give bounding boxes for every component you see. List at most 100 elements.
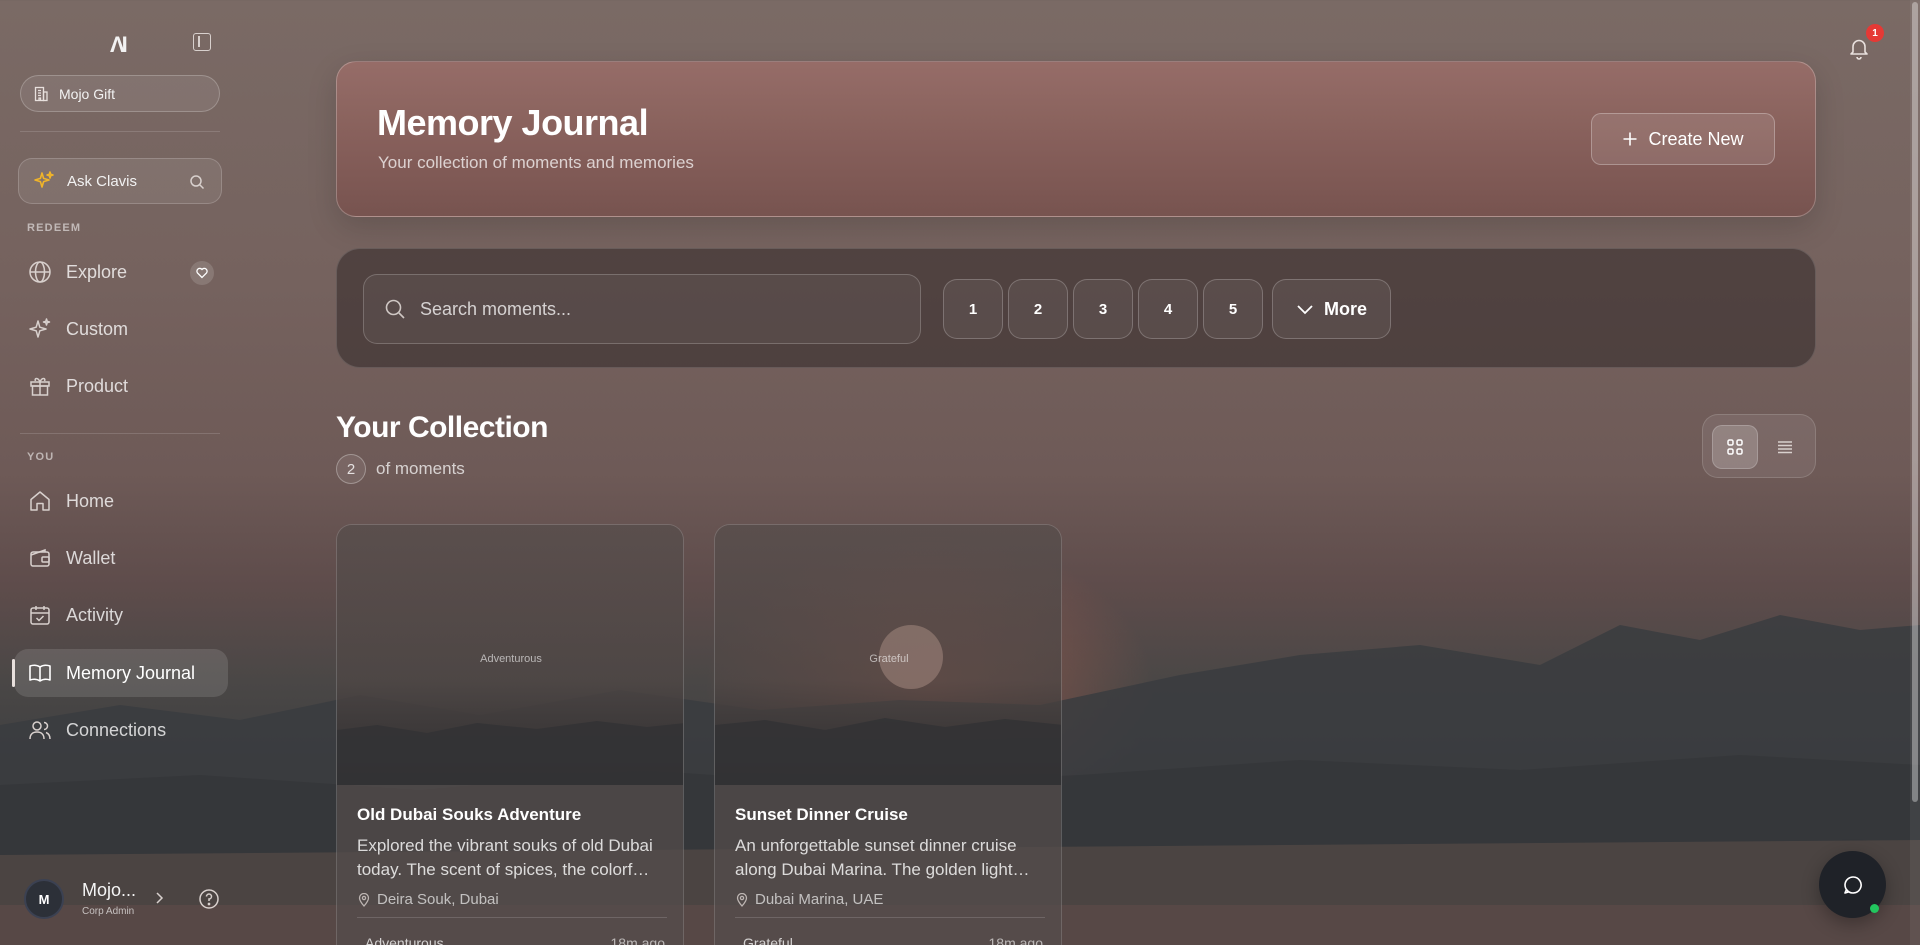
sidebar-item-label: Explore [66, 261, 128, 282]
sidebar-item-label: Home [66, 490, 115, 511]
card-landscape [337, 721, 683, 785]
sidebar-item-activity[interactable]: Activity [14, 591, 228, 639]
user-role: Corp Admin [82, 906, 135, 917]
sidebar: ΛI Mojo Gift Ask Clavis REDEEM Explore C… [0, 0, 240, 945]
users-icon [29, 721, 51, 740]
page-subtitle: Your collection of moments and memories [378, 153, 694, 172]
section-label-redeem: REDEEM [27, 222, 82, 234]
grid-view-button[interactable] [1712, 425, 1758, 469]
card-mood: Adventurous [365, 935, 444, 945]
collection-count-label: of moments [376, 459, 465, 478]
sidebar-item-explore[interactable]: Explore [14, 248, 228, 296]
card-location-text: Dubai Marina, UAE [755, 891, 884, 908]
list-icon [1778, 441, 1792, 454]
help-icon[interactable] [198, 888, 220, 910]
sidebar-item-label: Wallet [66, 547, 116, 568]
notification-badge: 1 [1866, 24, 1884, 42]
chat-bubble-icon [1843, 875, 1862, 894]
sidebar-item-home[interactable]: Home [14, 477, 228, 525]
more-button[interactable]: More [1272, 279, 1391, 339]
page-button-5[interactable]: 5 [1203, 279, 1263, 339]
card-landscape [715, 718, 1061, 785]
card-body: Sunset Dinner Cruise An unforgettable su… [715, 785, 1061, 945]
avatar[interactable]: M [24, 879, 64, 919]
book-open-icon [29, 664, 51, 682]
scrollbar-thumb[interactable] [1912, 2, 1918, 802]
sidebar-item-label: Activity [66, 604, 124, 625]
gift-icon [30, 377, 50, 396]
create-new-button[interactable]: Create New [1591, 113, 1775, 165]
more-label: More [1323, 298, 1367, 319]
card-description: Explored the vibrant souks of old Dubai … [357, 836, 653, 879]
card-location: Dubai Marina, UAE [735, 891, 883, 908]
section-label-you: YOU [27, 451, 55, 463]
card-mood-tag: Grateful [869, 653, 909, 665]
globe-icon [29, 261, 51, 283]
ask-clavis-button[interactable]: Ask Clavis [18, 158, 222, 204]
card-description: An unforgettable sunset dinner cruise al… [735, 836, 1030, 879]
map-pin-icon [358, 892, 370, 907]
card-title: Old Dubai Souks Adventure [357, 805, 582, 824]
card-image: Grateful [715, 525, 1061, 785]
chevron-down-icon [1297, 305, 1313, 315]
collection-title: Your Collection [336, 411, 548, 444]
search-icon [190, 175, 205, 190]
search-placeholder: Search moments... [420, 298, 572, 319]
sidebar-item-label: Connections [66, 719, 167, 740]
org-switcher[interactable]: Mojo Gift [20, 75, 220, 112]
map-pin-icon [736, 892, 748, 907]
sparkles-icon [29, 318, 51, 338]
create-new-label: Create New [1648, 128, 1744, 149]
sidebar-divider [20, 433, 220, 434]
building-icon [34, 86, 48, 101]
view-mode-toggle [1702, 414, 1816, 478]
online-status-dot [1870, 904, 1879, 913]
card-divider [357, 917, 667, 918]
card-body: Old Dubai Souks Adventure Explored the v… [337, 785, 683, 945]
sidebar-item-custom[interactable]: Custom [14, 305, 228, 353]
chevron-right-icon[interactable] [153, 891, 165, 905]
sidebar-item-label: Product [66, 375, 129, 396]
card-mood: Grateful [743, 935, 793, 945]
sidebar-item-memory-journal[interactable]: Memory Journal [12, 649, 228, 697]
ask-clavis-label: Ask Clavis [67, 172, 138, 190]
memory-card[interactable]: Adventurous Old Dubai Souks Adventure Ex… [336, 524, 684, 945]
sidebar-item-wallet[interactable]: Wallet [14, 534, 228, 582]
calendar-check-icon [30, 606, 50, 625]
page-button-1[interactable]: 1 [943, 279, 1003, 339]
org-name: Mojo Gift [59, 85, 116, 102]
card-location: Deira Souk, Dubai [357, 891, 499, 908]
sidebar-item-label: Custom [66, 318, 129, 339]
favorite-heart-icon[interactable] [190, 261, 214, 285]
brand-logo[interactable]: ΛI [110, 32, 128, 58]
sidebar-item-label: Memory Journal [66, 662, 196, 683]
card-mood-tag: Adventurous [480, 653, 542, 665]
plus-icon [1623, 132, 1637, 146]
bell-icon[interactable] [1847, 36, 1871, 60]
sidebar-item-product[interactable]: Product [14, 362, 228, 410]
card-timestamp: 18m ago [610, 935, 665, 945]
page-button-4[interactable]: 4 [1138, 279, 1198, 339]
search-icon [385, 299, 405, 319]
sparkles-icon [34, 171, 54, 188]
card-title: Sunset Dinner Cruise [735, 805, 908, 824]
sidebar-collapse-icon[interactable] [193, 33, 211, 51]
sidebar-divider [20, 131, 220, 132]
filter-bar: Search moments... 1 2 3 4 5 More [336, 248, 1816, 368]
card-divider [735, 917, 1045, 918]
grid-icon [1727, 439, 1743, 455]
collection-count-badge: 2 [336, 454, 366, 484]
list-view-button[interactable] [1762, 425, 1808, 469]
home-icon [30, 491, 50, 511]
page-button-2[interactable]: 2 [1008, 279, 1068, 339]
card-image: Adventurous [337, 525, 683, 785]
wallet-icon [30, 548, 50, 567]
card-timestamp: 18m ago [988, 935, 1043, 945]
user-profile[interactable]: M Mojo... Corp Admin [20, 875, 230, 925]
page-title: Memory Journal [377, 102, 649, 143]
search-input[interactable]: Search moments... [363, 274, 921, 344]
memory-card[interactable]: Grateful Sunset Dinner Cruise An unforge… [714, 524, 1062, 945]
sidebar-item-connections[interactable]: Connections [14, 706, 228, 754]
user-name: Mojo... [82, 880, 137, 900]
page-button-3[interactable]: 3 [1073, 279, 1133, 339]
